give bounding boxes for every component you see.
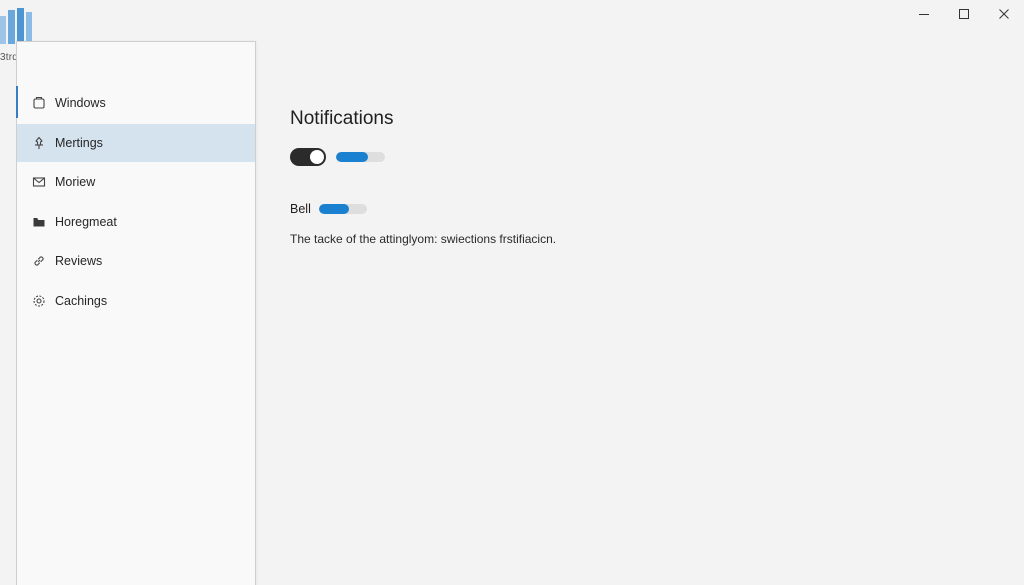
envelope-icon bbox=[31, 174, 47, 190]
sidebar-item-horegmeat[interactable]: Horegmeat bbox=[17, 203, 255, 241]
sidebar-nav: Windows Mertings Moriew Horegmeat Review… bbox=[16, 84, 255, 322]
sidebar-item-label: Cachings bbox=[55, 293, 108, 308]
minimize-icon bbox=[919, 14, 929, 15]
main-content: Notifications Bell The tacke of the atti… bbox=[290, 108, 1004, 246]
sidebar-item-mertings[interactable]: Mertings bbox=[17, 123, 255, 162]
sidebar-item-label: Reviews bbox=[55, 254, 103, 269]
close-icon bbox=[999, 9, 1009, 19]
bell-slider[interactable] bbox=[318, 204, 367, 214]
close-button[interactable] bbox=[984, 0, 1024, 28]
minimize-button[interactable] bbox=[904, 0, 944, 28]
sidebar-item-cachings[interactable]: Cachings bbox=[17, 282, 255, 320]
notifications-slider[interactable] bbox=[336, 152, 385, 162]
app-window: 3trd Windows Mertings Moriew Horegmeat R… bbox=[0, 0, 1024, 585]
notifications-controls-row bbox=[290, 148, 1004, 166]
sidebar-item-reviews[interactable]: Reviews bbox=[17, 242, 255, 280]
sidebar-item-windows[interactable]: Windows bbox=[16, 84, 255, 122]
bell-slider-fill bbox=[318, 204, 349, 214]
notifications-slider-fill bbox=[336, 152, 368, 162]
sidebar-item-label: Mertings bbox=[55, 135, 103, 150]
app-logo-icon bbox=[0, 6, 32, 46]
folder-icon bbox=[31, 214, 47, 230]
link-icon bbox=[31, 253, 47, 269]
maximize-icon bbox=[959, 9, 969, 19]
sidebar-item-label: Horegmeat bbox=[55, 214, 117, 229]
sidebar-item-label: Windows bbox=[55, 96, 106, 110]
page-title: Notifications bbox=[290, 108, 394, 129]
bell-row: Bell bbox=[290, 202, 1004, 216]
notifications-toggle[interactable] bbox=[290, 148, 326, 166]
window-controls bbox=[904, 0, 1024, 28]
description-text: The tacke of the attinglyom: swiections … bbox=[290, 232, 557, 246]
sidebar-item-moriew[interactable]: Moriew bbox=[17, 163, 255, 201]
maximize-button[interactable] bbox=[944, 0, 984, 28]
pushpin-icon bbox=[31, 135, 47, 151]
sidebar-item-label: Moriew bbox=[55, 175, 96, 190]
window-icon bbox=[31, 95, 47, 111]
gear-icon bbox=[31, 293, 47, 309]
bell-label: Bell bbox=[290, 202, 311, 216]
sidebar-panel: Windows Mertings Moriew Horegmeat Review… bbox=[16, 41, 256, 585]
